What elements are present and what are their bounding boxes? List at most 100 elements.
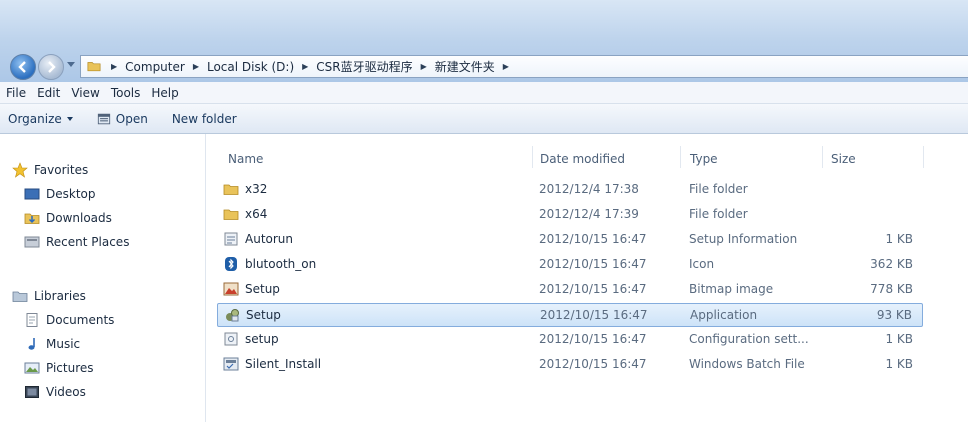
breadcrumb-computer[interactable]: Computer ▶ xyxy=(125,60,207,74)
file-row[interactable]: Setup 2012/10/15 16:47 Bitmap image 778 KB xyxy=(217,278,923,302)
file-name: Autorun xyxy=(245,232,294,246)
column-divider[interactable] xyxy=(680,146,681,168)
file-name-cell: Setup xyxy=(224,307,281,323)
nav-videos-label: Videos xyxy=(46,385,86,399)
open-button[interactable]: Open xyxy=(97,112,148,126)
file-row[interactable]: Silent_Install 2012/10/15 16:47 Windows Ba… xyxy=(217,353,923,377)
menu-edit[interactable]: Edit xyxy=(37,86,60,100)
nav-downloads-label: Downloads xyxy=(46,211,112,225)
back-button[interactable] xyxy=(10,54,36,80)
nav-desktop[interactable]: Desktop xyxy=(24,186,96,202)
nav-downloads[interactable]: Downloads xyxy=(24,210,112,226)
file-name: x32 xyxy=(245,182,268,196)
menu-bar: File Edit View Tools Help xyxy=(0,82,968,104)
file-type: Bitmap image xyxy=(689,282,774,296)
file-name-cell: blutooth_on xyxy=(223,256,316,272)
nav-libraries[interactable]: Libraries xyxy=(12,288,86,304)
file-name-cell: Autorun xyxy=(223,231,293,247)
application-icon xyxy=(226,309,239,322)
batch-file-icon xyxy=(223,357,239,371)
nav-music[interactable]: Music xyxy=(24,336,80,352)
file-size: 93 KB xyxy=(876,308,912,322)
file-date: 2012/10/15 16:47 xyxy=(539,232,647,246)
column-divider[interactable] xyxy=(532,146,533,168)
file-name-cell: setup xyxy=(223,331,279,347)
menu-help[interactable]: Help xyxy=(151,86,178,100)
forward-arrow-icon xyxy=(48,61,56,73)
menu-view[interactable]: View xyxy=(71,86,99,100)
column-header-type[interactable]: Type xyxy=(690,148,718,170)
nav-music-label: Music xyxy=(46,337,81,351)
file-name: Setup xyxy=(246,308,281,322)
file-row[interactable]: Setup 2012/10/15 16:47 Application 93 KB xyxy=(217,303,923,327)
file-name-cell: x32 xyxy=(223,181,267,197)
breadcrumb-local-disk[interactable]: Local Disk (D:) ▶ xyxy=(207,60,316,74)
file-size: 1 KB xyxy=(885,332,913,346)
desktop-icon xyxy=(24,188,40,200)
menu-tools[interactable]: Tools xyxy=(111,86,141,100)
organize-button[interactable]: Organize xyxy=(8,112,73,126)
new-folder-label: New folder xyxy=(171,111,237,126)
documents-icon xyxy=(26,313,38,327)
file-list-pane: Name Date modified Type Size x32 2012/12/… xyxy=(207,134,968,422)
breadcrumb-sep[interactable]: ▶ xyxy=(103,62,125,71)
column-header-date[interactable]: Date modified xyxy=(540,148,625,170)
file-name: Silent_Install xyxy=(245,357,322,371)
column-divider[interactable] xyxy=(822,146,823,168)
bluetooth-icon xyxy=(225,257,237,271)
file-size: 362 KB xyxy=(870,257,913,271)
nav-pictures[interactable]: Pictures xyxy=(24,360,94,376)
file-name: setup xyxy=(245,332,279,346)
file-size: 778 KB xyxy=(870,282,913,296)
address-field[interactable]: ▶ Computer ▶ Local Disk (D:) ▶ CSR蓝牙驱动程序 ▶ … xyxy=(80,55,968,78)
breadcrumb-new-folder[interactable]: 新建文件夹 ▶ xyxy=(435,58,517,75)
file-type: Configuration sett... xyxy=(689,332,809,346)
breadcrumb-csr-folder[interactable]: CSR蓝牙驱动程序 ▶ xyxy=(316,58,435,75)
file-row[interactable]: x64 2012/12/4 17:39 File folder xyxy=(217,203,923,227)
nav-recent-places[interactable]: Recent Places xyxy=(24,234,129,250)
file-date: 2012/10/15 16:47 xyxy=(539,282,647,296)
music-icon xyxy=(28,338,35,350)
column-header-size[interactable]: Size xyxy=(831,148,856,170)
file-name: x64 xyxy=(245,207,268,221)
file-name: Setup xyxy=(245,282,280,296)
file-row[interactable]: blutooth_on 2012/10/15 16:47 Icon 362 KB xyxy=(217,253,923,277)
nav-documents-label: Documents xyxy=(46,313,115,327)
file-date: 2012/10/15 16:47 xyxy=(539,257,647,271)
folder-icon xyxy=(87,62,101,72)
file-row[interactable]: x32 2012/12/4 17:38 File folder xyxy=(217,178,923,202)
file-name-cell: Silent_Install xyxy=(223,356,321,372)
nav-videos[interactable]: Videos xyxy=(24,384,86,400)
navigation-pane: Favorites Desktop Downloads Recent Place… xyxy=(0,134,206,422)
nav-favorites[interactable]: Favorites xyxy=(12,162,88,178)
address-bar-area: ▶ Computer ▶ Local Disk (D:) ▶ CSR蓝牙驱动程序 ▶ … xyxy=(0,0,968,90)
star-icon xyxy=(12,162,28,178)
file-type: File folder xyxy=(689,182,748,196)
file-name-cell: x64 xyxy=(223,206,267,222)
file-date: 2012/12/4 17:38 xyxy=(539,182,639,196)
bitmap-icon xyxy=(223,282,239,296)
new-folder-button[interactable]: New folder xyxy=(172,112,237,126)
open-icon xyxy=(97,113,110,124)
forward-button[interactable] xyxy=(38,54,64,80)
nav-documents[interactable]: Documents xyxy=(24,312,114,328)
recent-pages-dropdown[interactable] xyxy=(67,62,75,67)
file-size: 1 KB xyxy=(885,232,913,246)
file-type: Icon xyxy=(689,257,715,271)
back-arrow-icon xyxy=(18,61,26,73)
nav-favorites-label: Favorites xyxy=(34,163,89,177)
nav-desktop-label: Desktop xyxy=(46,187,96,201)
pictures-icon xyxy=(24,362,40,374)
column-divider[interactable] xyxy=(923,146,924,168)
file-row[interactable]: setup 2012/10/15 16:47 Configuration sett.… xyxy=(217,328,923,352)
file-row[interactable]: Autorun 2012/10/15 16:47 Setup Information… xyxy=(217,228,923,252)
open-label: Open xyxy=(115,111,148,126)
file-size: 1 KB xyxy=(885,357,913,371)
column-header-name[interactable]: Name xyxy=(228,148,263,170)
file-date: 2012/10/15 16:47 xyxy=(539,357,647,371)
file-type: File folder xyxy=(689,207,748,221)
organize-label: Organize xyxy=(8,111,62,126)
videos-icon xyxy=(25,386,39,398)
menu-file[interactable]: File xyxy=(6,86,26,100)
file-name: blutooth_on xyxy=(245,257,317,271)
